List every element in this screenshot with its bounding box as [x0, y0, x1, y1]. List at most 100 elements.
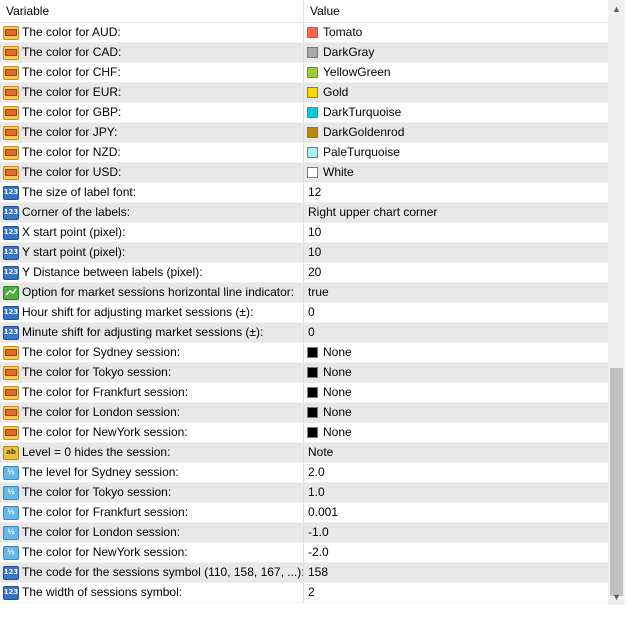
color-swatch[interactable] — [307, 107, 318, 118]
color-swatch[interactable] — [307, 367, 318, 378]
color-swatch[interactable] — [307, 67, 318, 78]
variable-cell: 123 Hour shift for adjusting market sessi… — [0, 303, 304, 322]
value-cell[interactable]: PaleTurquoise — [304, 143, 608, 162]
value-text: 10 — [308, 225, 322, 239]
value-cell[interactable]: 2.0 — [304, 463, 608, 482]
table-row[interactable]: The color for JPY: DarkGoldenrod — [0, 123, 608, 143]
table-row[interactable]: The color for CAD: DarkGray — [0, 43, 608, 63]
table-row[interactable]: The color for AUD: Tomato — [0, 23, 608, 43]
color-icon — [3, 165, 19, 180]
scroll-down-arrow-icon[interactable]: ▼ — [608, 588, 625, 605]
value-cell[interactable]: 0.001 — [304, 503, 608, 522]
variable-cell: The color for Frankfurt session: — [0, 383, 304, 402]
value-cell[interactable]: Gold — [304, 83, 608, 102]
value-cell[interactable]: 20 — [304, 263, 608, 282]
color-swatch[interactable] — [307, 167, 318, 178]
table-row[interactable]: The color for GBP: DarkTurquoise — [0, 103, 608, 123]
variable-cell: ½ The level for Sydney session: — [0, 463, 304, 482]
table-row[interactable]: ½ The color for London session: -1.0 — [0, 523, 608, 543]
table-row[interactable]: The color for Tokyo session: None — [0, 363, 608, 383]
value-cell[interactable]: -2.0 — [304, 543, 608, 562]
color-icon — [3, 385, 19, 400]
color-icon — [3, 145, 19, 160]
color-swatch[interactable] — [307, 387, 318, 398]
table-row[interactable]: The color for USD: White — [0, 163, 608, 183]
table-row[interactable]: The color for Sydney session: None — [0, 343, 608, 363]
value-cell[interactable]: DarkGray — [304, 43, 608, 62]
value-text: 12 — [308, 185, 322, 199]
value-cell[interactable]: -1.0 — [304, 523, 608, 542]
value-cell[interactable]: 158 — [304, 563, 608, 582]
table-row[interactable]: 123 The size of label font: 12 — [0, 183, 608, 203]
table-row[interactable]: The color for London session: None — [0, 403, 608, 423]
value-cell[interactable]: None — [304, 383, 608, 402]
color-swatch[interactable] — [307, 27, 318, 38]
color-swatch[interactable] — [307, 127, 318, 138]
color-swatch[interactable] — [307, 407, 318, 418]
color-swatch[interactable] — [307, 347, 318, 358]
table-row[interactable]: The color for CHF: YellowGreen — [0, 63, 608, 83]
table-row[interactable]: ½ The level for Sydney session: 2.0 — [0, 463, 608, 483]
value-cell[interactable]: Tomato — [304, 23, 608, 42]
variable-name: The color for London session: — [22, 405, 181, 419]
table-row[interactable]: ½ The color for NewYork session: -2.0 — [0, 543, 608, 563]
value-cell[interactable]: DarkGoldenrod — [304, 123, 608, 142]
table-row[interactable]: 123 Corner of the labels: Right upper char… — [0, 203, 608, 223]
variable-cell: ½ The color for London session: — [0, 523, 304, 542]
table-row[interactable]: 123 The width of sessions symbol: 2 — [0, 583, 608, 603]
value-cell[interactable]: None — [304, 423, 608, 442]
grid-header: Variable Value — [0, 0, 608, 23]
value-cell[interactable]: 1.0 — [304, 483, 608, 502]
value-cell[interactable]: DarkTurquoise — [304, 103, 608, 122]
value-cell[interactable]: 0 — [304, 323, 608, 342]
variable-name: The color for EUR: — [22, 85, 122, 99]
value-text: DarkGoldenrod — [323, 125, 405, 139]
table-row[interactable]: The color for EUR: Gold — [0, 83, 608, 103]
table-row[interactable]: Option for market sessions horizontal li… — [0, 283, 608, 303]
value-cell[interactable]: None — [304, 403, 608, 422]
value-cell[interactable]: 2 — [304, 583, 608, 602]
color-swatch[interactable] — [307, 427, 318, 438]
scroll-up-arrow-icon[interactable]: ▲ — [608, 0, 625, 17]
table-row[interactable]: 123 Minute shift for adjusting market ses… — [0, 323, 608, 343]
value-cell[interactable]: Right upper chart corner — [304, 203, 608, 222]
value-cell[interactable]: 12 — [304, 183, 608, 202]
double-icon: ½ — [3, 485, 19, 500]
scrollbar-thumb[interactable] — [610, 368, 623, 596]
table-row[interactable]: The color for NewYork session: None — [0, 423, 608, 443]
value-cell[interactable]: true — [304, 283, 608, 302]
table-row[interactable]: 123 Y Distance between labels (pixel): 20 — [0, 263, 608, 283]
variable-cell: 123 Corner of the labels: — [0, 203, 304, 222]
table-row[interactable]: ½ The color for Frankfurt session: 0.001 — [0, 503, 608, 523]
value-cell[interactable]: 10 — [304, 243, 608, 262]
table-row[interactable]: ab Level = 0 hides the session: Note — [0, 443, 608, 463]
header-variable[interactable]: Variable — [0, 0, 304, 22]
table-row[interactable]: 123 Y start point (pixel): 10 — [0, 243, 608, 263]
table-row[interactable]: 123 Hour shift for adjusting market sessi… — [0, 303, 608, 323]
value-cell[interactable]: 10 — [304, 223, 608, 242]
color-swatch[interactable] — [307, 87, 318, 98]
value-cell[interactable]: 0 — [304, 303, 608, 322]
color-swatch[interactable] — [307, 47, 318, 58]
table-row[interactable]: 123 X start point (pixel): 10 — [0, 223, 608, 243]
variable-name: The color for London session: — [22, 525, 181, 539]
value-text: 0 — [308, 305, 315, 319]
value-text: None — [323, 385, 352, 399]
table-row[interactable]: The color for NZD: PaleTurquoise — [0, 143, 608, 163]
table-row[interactable]: ½ The color for Tokyo session: 1.0 — [0, 483, 608, 503]
table-row[interactable]: 123 The code for the sessions symbol (110… — [0, 563, 608, 583]
vertical-scrollbar[interactable]: ▲ ▼ — [608, 0, 625, 605]
value-cell[interactable]: None — [304, 363, 608, 382]
value-text: None — [323, 345, 352, 359]
color-swatch[interactable] — [307, 147, 318, 158]
variable-cell: The color for EUR: — [0, 83, 304, 102]
integer-icon: 123 — [3, 205, 19, 220]
table-row[interactable]: The color for Frankfurt session: None — [0, 383, 608, 403]
value-cell[interactable]: Note — [304, 443, 608, 462]
header-value[interactable]: Value — [304, 0, 608, 22]
value-cell[interactable]: YellowGreen — [304, 63, 608, 82]
value-text: Gold — [323, 85, 349, 99]
value-cell[interactable]: None — [304, 343, 608, 362]
color-icon — [3, 345, 19, 360]
value-cell[interactable]: White — [304, 163, 608, 182]
